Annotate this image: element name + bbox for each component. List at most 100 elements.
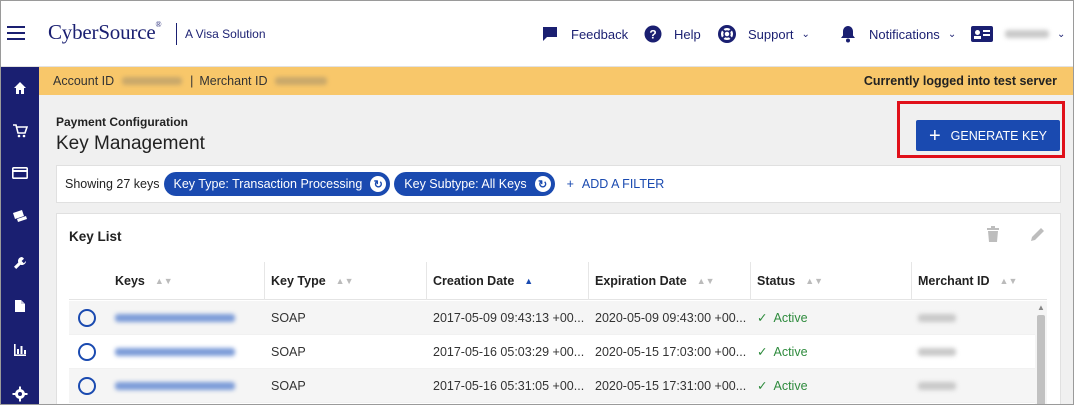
table-row[interactable]: SOAP 2017-05-09 09:43:13 +00... 2020-05-…	[69, 301, 1035, 335]
column-header-label: Key Type	[271, 274, 326, 288]
column-header-expiration-date[interactable]: Expiration Date ▲▼	[589, 262, 751, 300]
merchant-id-cell	[918, 347, 956, 356]
reset-filter-icon[interactable]: ↻	[534, 176, 551, 192]
card-icon[interactable]	[1, 162, 39, 184]
sort-icon: ▲▼	[999, 276, 1018, 286]
column-header-key-type[interactable]: Key Type ▲▼	[265, 262, 427, 300]
expiration-date-cell: 2020-05-15 17:31:00 +00...	[595, 378, 747, 393]
key-type-cell: SOAP	[271, 344, 306, 359]
generate-key-label: GENERATE KEY	[950, 128, 1047, 143]
status-label: Active	[773, 310, 808, 325]
support-label: Support	[748, 26, 794, 42]
key-type-cell: SOAP	[271, 378, 306, 393]
status-cell: ✓ Active	[751, 301, 912, 335]
column-header-status[interactable]: Status ▲▼	[751, 262, 912, 300]
wrench-icon[interactable]	[1, 252, 39, 274]
feedback-label: Feedback	[571, 26, 629, 42]
settings-icon[interactable]	[1, 383, 39, 404]
sort-icon: ▲▼	[335, 276, 354, 286]
column-header-label: Status	[757, 274, 796, 288]
reset-filter-icon[interactable]: ↻	[370, 176, 387, 192]
generate-key-button[interactable]: + GENERATE KEY	[916, 120, 1060, 151]
column-header-label: Expiration Date	[595, 274, 687, 288]
key-type-cell: SOAP	[271, 310, 306, 325]
brand-logo[interactable]: CyberSource®	[48, 20, 162, 45]
chart-icon[interactable]	[1, 339, 39, 361]
plus-icon: +	[566, 177, 574, 191]
chevron-down-icon: ⌄	[801, 28, 810, 40]
brand-subtitle: A Visa Solution	[185, 27, 266, 41]
table-scrollbar[interactable]: ▲	[1035, 301, 1047, 404]
add-filter-button[interactable]: + ADD A FILTER	[567, 177, 665, 191]
row-select-radio[interactable]	[78, 376, 96, 395]
home-icon[interactable]	[1, 77, 39, 99]
result-count: Showing 27 keys	[65, 177, 160, 191]
svg-text:?: ?	[649, 28, 656, 42]
merchant-id-value	[275, 77, 328, 85]
bell-icon	[841, 26, 855, 43]
creation-date-cell: 2017-05-16 05:31:05 +00...	[433, 378, 585, 393]
check-icon: ✓	[757, 311, 768, 325]
merchant-id-label: Merchant ID	[199, 74, 268, 88]
row-select-radio[interactable]	[78, 308, 96, 327]
filter-chip-label: Key Type: Transaction Processing	[173, 177, 363, 191]
key-id-link[interactable]	[115, 313, 235, 322]
key-id-link[interactable]	[115, 347, 235, 356]
card-actions	[956, 226, 1046, 247]
scrollbar-thumb[interactable]	[1037, 315, 1045, 404]
add-filter-label: ADD A FILTER	[581, 177, 665, 191]
column-header-creation-date[interactable]: Creation Date ▲	[427, 262, 589, 300]
user-menu[interactable]: ⌄	[971, 23, 1065, 45]
merchant-id-cell	[918, 313, 956, 322]
brand-name: CyberSource	[48, 20, 156, 44]
sort-icon: ▲▼	[154, 276, 173, 286]
merchant-id-cell	[918, 381, 956, 390]
column-header-merchant-id[interactable]: Merchant ID ▲▼	[912, 262, 1047, 300]
column-header-label: Creation Date	[433, 274, 515, 288]
table-header: Keys ▲▼ Key Type ▲▼ Creation Date ▲ Expirat…	[69, 262, 1047, 300]
app-window: CyberSource® A Visa Solution Feedback ? …	[0, 0, 1074, 405]
key-list-card: Key List Keys ▲▼ Key Type ▲▼ Creation Date…	[56, 213, 1061, 404]
account-id-value	[122, 77, 183, 85]
filter-chip-key-subtype[interactable]: Key Subtype: All Keys ↻	[394, 172, 555, 196]
sort-icon: ▲▼	[805, 276, 824, 286]
feedback-icon	[543, 27, 557, 41]
filter-bar: Showing 27 keys Key Type: Transaction Pr…	[56, 165, 1061, 203]
creation-date-cell: 2017-05-16 05:03:29 +00...	[433, 344, 585, 359]
column-header-keys[interactable]: Keys ▲▼	[109, 262, 265, 300]
status-label: Active	[773, 378, 808, 393]
account-banner: Account ID | Merchant ID Currently logge…	[39, 67, 1073, 95]
table-row[interactable]: SOAP 2017-05-16 05:31:05 +00... 2020-05-…	[69, 369, 1035, 403]
expiration-date-cell: 2020-05-15 17:03:00 +00...	[595, 344, 747, 359]
server-status: Currently logged into test server	[863, 74, 1057, 88]
sort-ascending-icon: ▲	[524, 276, 534, 286]
username	[1005, 30, 1049, 38]
table-row[interactable]: SOAP 2017-05-16 05:03:29 +00... 2020-05-…	[69, 335, 1035, 369]
status-label: Active	[773, 344, 808, 359]
document-icon[interactable]	[1, 295, 39, 317]
scroll-up-icon[interactable]: ▲	[1037, 303, 1045, 312]
account-id-label: Account ID	[53, 74, 115, 88]
key-id-link[interactable]	[115, 381, 235, 390]
row-select-radio[interactable]	[78, 342, 96, 361]
help-link[interactable]: ? Help	[644, 23, 701, 45]
left-nav-rail	[1, 67, 39, 404]
trash-icon[interactable]	[986, 226, 1000, 247]
support-icon	[718, 25, 736, 43]
support-menu[interactable]: Support ⌄	[718, 23, 810, 45]
feedback-link[interactable]: Feedback	[541, 23, 628, 45]
notifications-menu[interactable]: Notifications ⌄	[839, 23, 956, 45]
payment-icon[interactable]	[1, 205, 39, 227]
filter-chip-key-type[interactable]: Key Type: Transaction Processing ↻	[163, 172, 391, 196]
cart-icon[interactable]	[1, 120, 39, 142]
key-list-title: Key List	[69, 229, 122, 244]
check-icon: ✓	[757, 345, 768, 359]
status-cell: ✓ Active	[751, 335, 912, 369]
chevron-down-icon: ⌄	[947, 28, 957, 40]
edit-pencil-icon[interactable]	[1030, 226, 1046, 247]
expiration-date-cell: 2020-05-09 09:43:00 +00...	[595, 310, 747, 325]
notifications-label: Notifications	[869, 26, 940, 42]
top-header: CyberSource® A Visa Solution Feedback ? …	[1, 1, 1073, 67]
menu-icon[interactable]	[7, 26, 25, 40]
page-title: Key Management	[56, 133, 205, 154]
